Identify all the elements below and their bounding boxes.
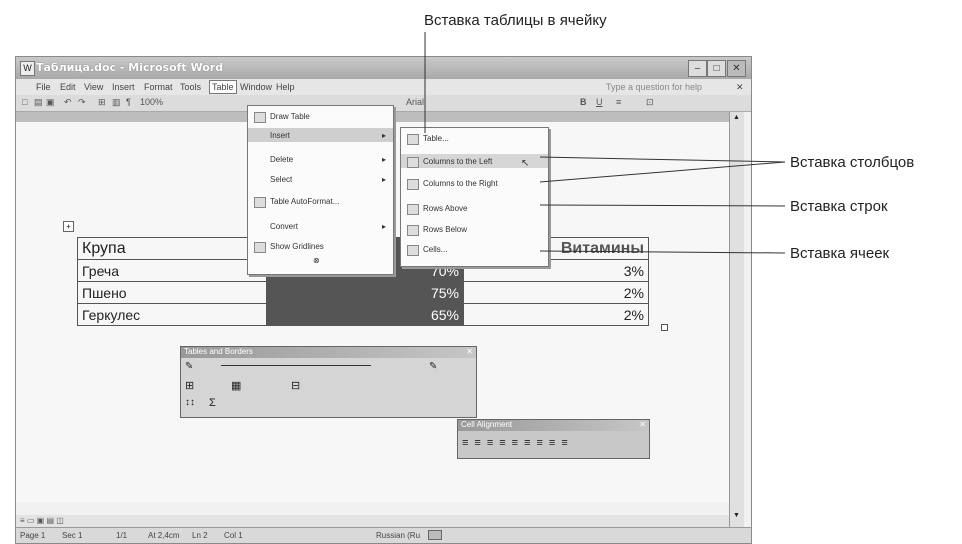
callout-lines <box>424 32 786 254</box>
